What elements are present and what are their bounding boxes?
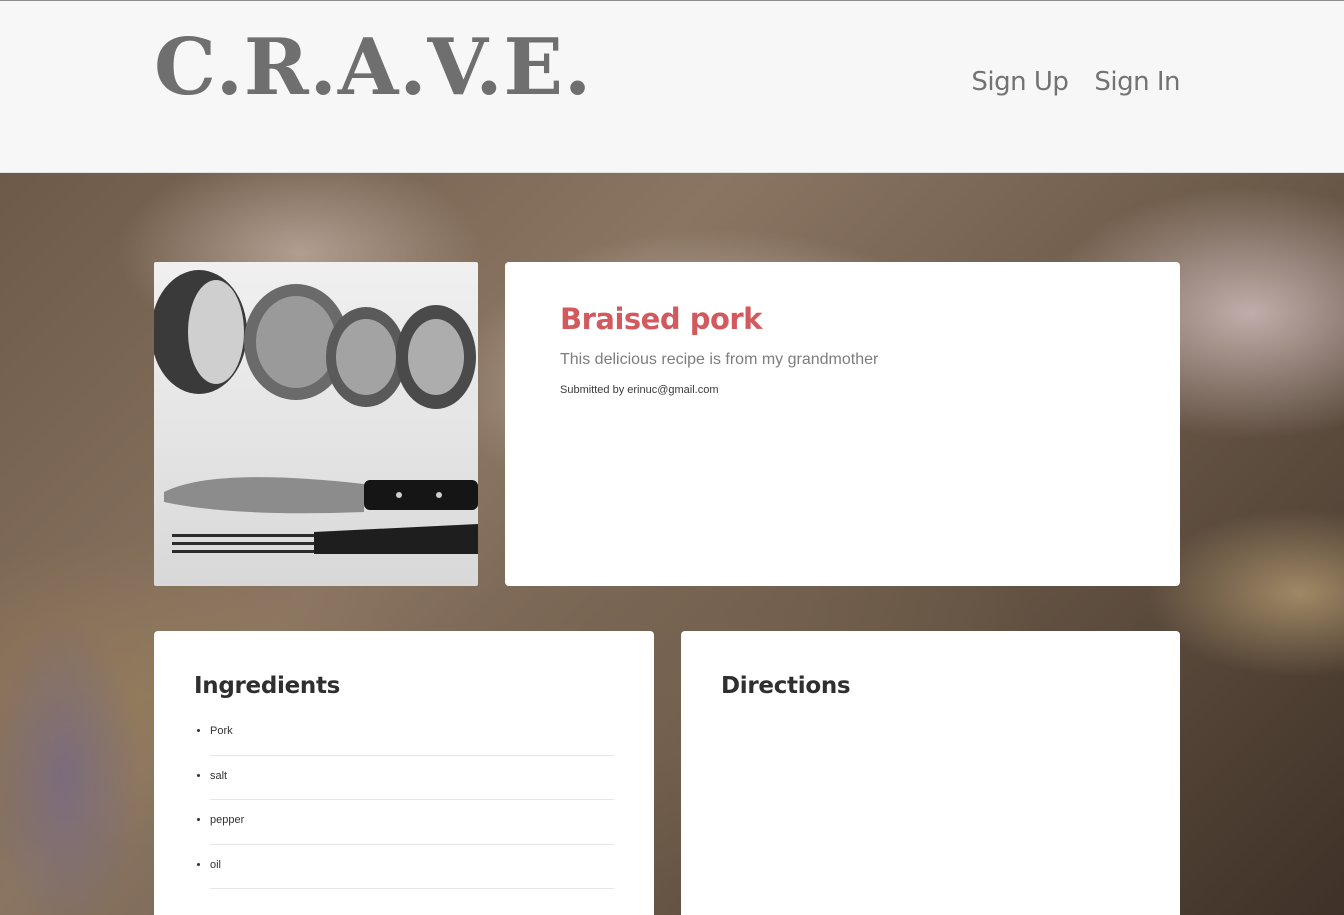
- directions-card: Directions: [681, 631, 1180, 915]
- recipe-description: This delicious recipe is from my grandmo…: [560, 351, 879, 368]
- site-logo[interactable]: C.R.A.V.E.: [154, 29, 592, 107]
- lavender-decoration: [0, 613, 140, 915]
- site-header: C.R.A.V.E. Sign Up Sign In: [0, 0, 1344, 173]
- ingredients-list: Pork salt pepper oil: [194, 711, 614, 889]
- recipe-info-card: Braised pork This delicious recipe is fr…: [505, 262, 1180, 586]
- recipe-title: Braised pork: [560, 302, 762, 336]
- ingredients-heading: Ingredients: [194, 673, 341, 699]
- ingredient-text: pepper: [210, 814, 245, 826]
- bullet-icon: [197, 729, 200, 732]
- list-item: Pork: [197, 711, 614, 756]
- sign-in-link[interactable]: Sign In: [1094, 67, 1180, 97]
- ingredient-text: oil: [210, 858, 222, 871]
- ingredients-card: Ingredients Pork salt pepper oil: [154, 631, 654, 915]
- bullet-icon: [197, 818, 200, 821]
- directions-heading: Directions: [721, 673, 851, 699]
- list-item: oil: [197, 845, 614, 889]
- bullet-icon: [197, 773, 200, 777]
- recipe-photo: [154, 262, 478, 586]
- list-item: salt: [197, 756, 614, 800]
- sign-up-link[interactable]: Sign Up: [971, 67, 1069, 97]
- ingredient-text: salt: [210, 769, 228, 782]
- list-item: pepper: [197, 800, 614, 845]
- submitted-by: Submitted by erinuc@gmail.com: [560, 384, 719, 396]
- bullet-icon: [197, 862, 200, 866]
- ingredient-text: Pork: [210, 725, 233, 737]
- top-nav: Sign Up Sign In: [971, 67, 1180, 97]
